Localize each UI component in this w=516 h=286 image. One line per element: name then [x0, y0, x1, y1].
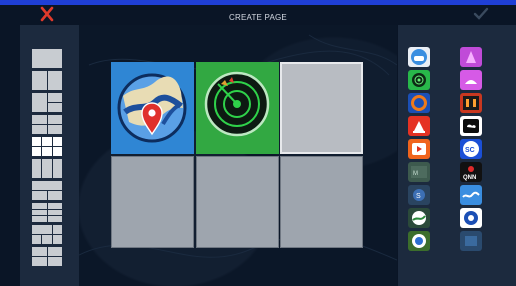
grid-cell-empty[interactable] [196, 156, 279, 248]
layout-option-9[interactable] [32, 225, 62, 244]
sonar-app-icon[interactable] [408, 70, 430, 90]
svg-text:M: M [413, 171, 418, 177]
globe-app-icon[interactable] [408, 208, 430, 228]
grid-cell-empty-selected[interactable] [280, 62, 363, 154]
radar-icon [204, 71, 270, 137]
page-title: CREATE PAGE [229, 13, 287, 22]
layout-option-1[interactable] [32, 49, 62, 68]
layout-picker-panel [20, 25, 79, 286]
location-app-icon[interactable] [460, 208, 482, 228]
extra-app-icon[interactable] [460, 231, 482, 251]
video-app-icon[interactable] [408, 139, 430, 159]
grid-cell-radar[interactable] [196, 62, 279, 154]
flag-app-icon[interactable] [408, 116, 430, 136]
color-app-icon[interactable] [460, 47, 482, 67]
grid-cell-empty[interactable] [111, 156, 194, 248]
qnn-app-icon[interactable]: QNN [460, 162, 482, 182]
weather-app-icon[interactable] [408, 47, 430, 67]
compass-app-icon[interactable] [408, 93, 430, 113]
layout-option-8[interactable] [32, 203, 62, 222]
gauge-app-icon[interactable] [460, 93, 482, 113]
svg-text:SC: SC [465, 147, 475, 154]
engine-app-icon[interactable] [408, 231, 430, 251]
sirius-app-icon[interactable]: S [408, 185, 430, 205]
layout-option-7[interactable] [32, 181, 62, 200]
layout-option-5[interactable] [32, 137, 62, 156]
layout-option-6[interactable] [32, 159, 62, 178]
layout-option-3[interactable] [32, 93, 62, 112]
sc-app-icon[interactable]: SC [460, 139, 482, 159]
svg-text:QNN: QNN [463, 175, 476, 181]
chart-plotter-map-icon [117, 73, 187, 143]
app-tray-panel: M S SC QNN [398, 25, 516, 286]
checkmark-icon[interactable] [472, 6, 490, 22]
layout-option-10[interactable] [32, 247, 62, 266]
page-canvas [79, 25, 397, 286]
grid-cell-empty[interactable] [280, 156, 363, 248]
wave-app-icon[interactable] [460, 185, 482, 205]
sailboat-app-icon[interactable] [460, 70, 482, 90]
layout-option-2[interactable] [32, 71, 62, 90]
cloud-app-icon[interactable] [460, 116, 482, 136]
grid-cell-chart[interactable] [111, 62, 194, 154]
svg-text:S: S [416, 193, 421, 200]
map-tile-app-icon[interactable]: M [408, 162, 430, 182]
layout-option-4[interactable] [32, 115, 62, 134]
